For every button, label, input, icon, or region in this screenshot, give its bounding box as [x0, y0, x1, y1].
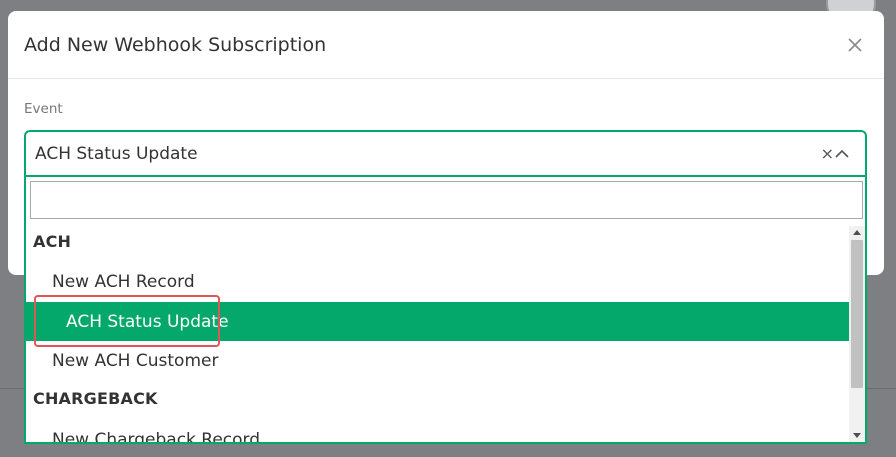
modal-title: Add New Webhook Subscription — [24, 33, 327, 56]
option-new-ach-record[interactable]: New ACH Record — [26, 262, 851, 301]
scroll-down-arrow-icon[interactable] — [853, 433, 861, 438]
chevron-up-icon[interactable] — [835, 146, 851, 162]
dropdown-scrollbar[interactable] — [849, 226, 865, 442]
modal-header: Add New Webhook Subscription — [8, 11, 884, 79]
event-field-label: Event — [24, 101, 63, 117]
event-search-input[interactable] — [30, 181, 863, 219]
event-select[interactable]: ACH Status Update × — [24, 130, 867, 177]
scrollbar-thumb[interactable] — [851, 240, 863, 388]
option-new-ach-customer[interactable]: New ACH Customer — [26, 341, 851, 380]
group-header-chargeback: CHARGEBACK — [33, 389, 158, 408]
close-icon[interactable] — [844, 34, 866, 56]
event-dropdown: ACH New ACH Record ACH Status Update New… — [24, 176, 867, 444]
scroll-up-arrow-icon[interactable] — [853, 230, 861, 235]
event-select-value: ACH Status Update — [35, 143, 198, 164]
clear-selection-icon[interactable]: × — [821, 144, 834, 163]
option-new-chargeback-record[interactable]: New Chargeback Record — [26, 420, 851, 443]
group-header-ach: ACH — [33, 232, 72, 251]
option-ach-status-update[interactable]: ACH Status Update — [26, 302, 851, 341]
